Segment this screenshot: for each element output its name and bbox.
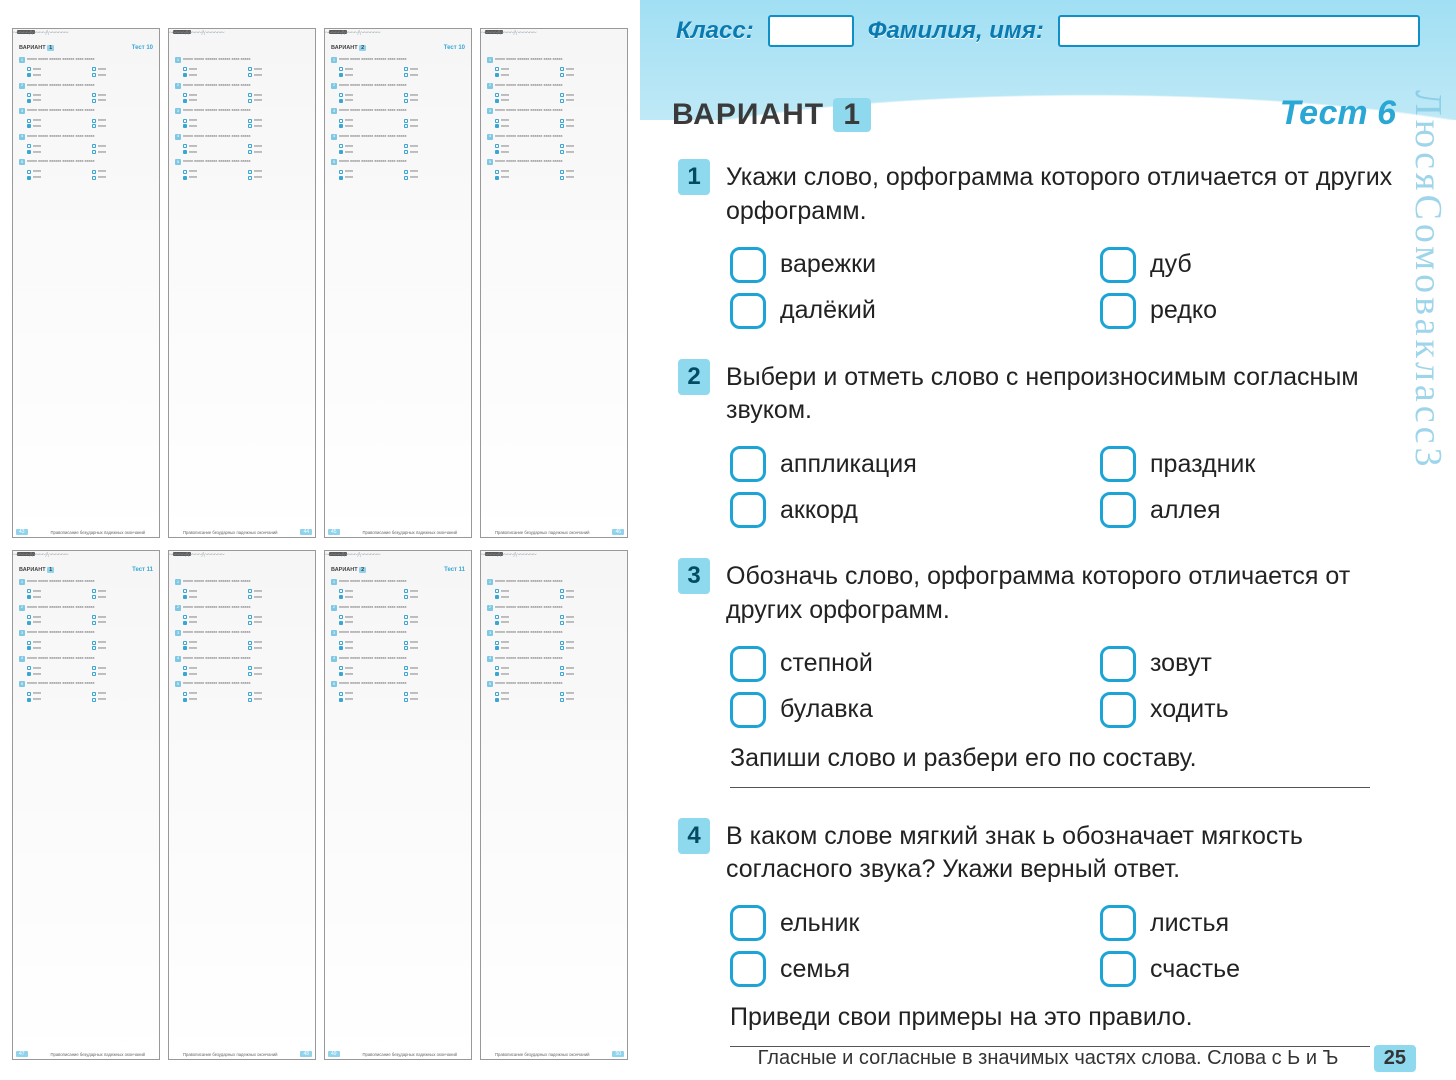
option-label: аккорд	[780, 496, 858, 525]
option-label: булавка	[780, 695, 873, 724]
checkbox-icon[interactable]	[730, 951, 766, 987]
workbook-page: Класс: Фамилия, имя: ЛюсяСомовакласс3 ВА…	[640, 0, 1456, 1080]
page-footer: Гласные и согласные в значимых частях сл…	[640, 1047, 1456, 1070]
answer-option[interactable]: далёкий	[730, 293, 980, 329]
answer-option[interactable]: семья	[730, 951, 980, 987]
answer-line[interactable]	[730, 787, 1370, 788]
checkbox-icon[interactable]	[730, 492, 766, 528]
question: 4 В каком слове мягкий знак ь обозначает…	[678, 818, 1396, 1048]
option-label: далёкий	[780, 296, 876, 325]
answer-option[interactable]: редко	[1100, 293, 1350, 329]
answer-option[interactable]: ходить	[1100, 692, 1350, 728]
thumbnail-page: ~~~~~/\~~~~/\~~~~~~ 1xxxxx xxxxx xxxxxx …	[480, 28, 628, 538]
checkbox-icon[interactable]	[730, 646, 766, 682]
handwriting-doodle: ЛюсяСомовакласс3	[1406, 90, 1450, 1040]
question-text: Обозначь слово, орфограмма которого отли…	[726, 558, 1396, 628]
option-label: ходить	[1150, 695, 1229, 724]
question-number: 1	[678, 159, 710, 195]
option-label: редко	[1150, 296, 1217, 325]
checkbox-icon[interactable]	[1100, 646, 1136, 682]
answer-option[interactable]: булавка	[730, 692, 980, 728]
question: 3 Обозначь слово, орфограмма которого от…	[678, 558, 1396, 788]
name-field[interactable]	[1058, 15, 1420, 47]
option-label: счастье	[1150, 955, 1240, 984]
answer-option[interactable]: ельник	[730, 905, 980, 941]
thumbnail-page: ~~~~~/\~~~~/\~~~~~~ 1xxxxx xxxxx xxxxxx …	[168, 550, 316, 1060]
question-number: 4	[678, 818, 710, 854]
thumbnail-page: ~~~~~/\~~~~/\~~~~~~ 1xxxxx xxxxx xxxxxx …	[168, 28, 316, 538]
page-number: 25	[1374, 1045, 1416, 1072]
checkbox-icon[interactable]	[730, 692, 766, 728]
footer-text: Гласные и согласные в значимых частях сл…	[758, 1047, 1339, 1070]
thumbnail-page: ~~~~~/\~~~~/\~~~~~~ 1xxxxx xxxxx xxxxxx …	[480, 550, 628, 1060]
option-label: зовут	[1150, 649, 1212, 678]
answer-option[interactable]: аккорд	[730, 492, 980, 528]
option-label: аллея	[1150, 496, 1221, 525]
question: 2 Выбери и отметь слово с непроизносимым…	[678, 359, 1396, 529]
checkbox-icon[interactable]	[1100, 692, 1136, 728]
checkbox-icon[interactable]	[1100, 293, 1136, 329]
checkbox-icon[interactable]	[730, 293, 766, 329]
thumbnail-page: ~~~~~/\~~~~/\~~~~~~ ВАРИАНТ 2 Тест 10 1x…	[324, 28, 472, 538]
question: 1 Укажи слово, орфограмма которого отлич…	[678, 159, 1396, 329]
answer-option[interactable]: счастье	[1100, 951, 1350, 987]
thumbnail-grid: ~~~~~/\~~~~/\~~~~~~ ВАРИАНТ 1 Тест 10 1x…	[0, 0, 640, 1080]
thumbnail-page: ~~~~~/\~~~~/\~~~~~~ ВАРИАНТ 2 Тест 11 1x…	[324, 550, 472, 1060]
option-label: ельник	[780, 909, 859, 938]
variant-number: 1	[833, 98, 871, 132]
thumbnail-page: ~~~~~/\~~~~/\~~~~~~ ВАРИАНТ 1 Тест 10 1x…	[12, 28, 160, 538]
option-label: степной	[780, 649, 873, 678]
question-followup: Приведи свои примеры на это правило.	[730, 1003, 1396, 1032]
answer-option[interactable]: праздник	[1100, 446, 1350, 482]
variant-heading: ВАРИАНТ 1	[672, 98, 871, 132]
checkbox-icon[interactable]	[1100, 247, 1136, 283]
question-text: Укажи слово, орфограмма которого отличае…	[726, 159, 1396, 229]
option-label: листья	[1150, 909, 1229, 938]
option-label: варежки	[780, 250, 876, 279]
name-label: Фамилия, имя:	[868, 17, 1044, 45]
class-label: Класс:	[676, 17, 754, 45]
checkbox-icon[interactable]	[1100, 446, 1136, 482]
checkbox-icon[interactable]	[730, 247, 766, 283]
answer-option[interactable]: дуб	[1100, 247, 1350, 283]
variant-word: ВАРИАНТ	[672, 98, 824, 131]
class-field[interactable]	[768, 15, 854, 47]
option-label: праздник	[1150, 450, 1255, 479]
checkbox-icon[interactable]	[730, 905, 766, 941]
checkbox-icon[interactable]	[1100, 951, 1136, 987]
test-heading: Тест 6	[1280, 94, 1396, 133]
option-label: аппликация	[780, 450, 917, 479]
answer-option[interactable]: аллея	[1100, 492, 1350, 528]
answer-option[interactable]: варежки	[730, 247, 980, 283]
checkbox-icon[interactable]	[730, 446, 766, 482]
question-number: 2	[678, 359, 710, 395]
answer-option[interactable]: аппликация	[730, 446, 980, 482]
question-text: В каком слове мягкий знак ь обозначает м…	[726, 818, 1396, 888]
question-number: 3	[678, 558, 710, 594]
question-text: Выбери и отметь слово с непроизносимым с…	[726, 359, 1396, 429]
option-label: дуб	[1150, 250, 1192, 279]
checkbox-icon[interactable]	[1100, 905, 1136, 941]
answer-option[interactable]: зовут	[1100, 646, 1350, 682]
question-followup: Запиши слово и разбери его по составу.	[730, 744, 1396, 773]
answer-option[interactable]: степной	[730, 646, 980, 682]
option-label: семья	[780, 955, 850, 984]
checkbox-icon[interactable]	[1100, 492, 1136, 528]
answer-option[interactable]: листья	[1100, 905, 1350, 941]
thumbnail-page: ~~~~~/\~~~~/\~~~~~~ ВАРИАНТ 1 Тест 11 1x…	[12, 550, 160, 1060]
